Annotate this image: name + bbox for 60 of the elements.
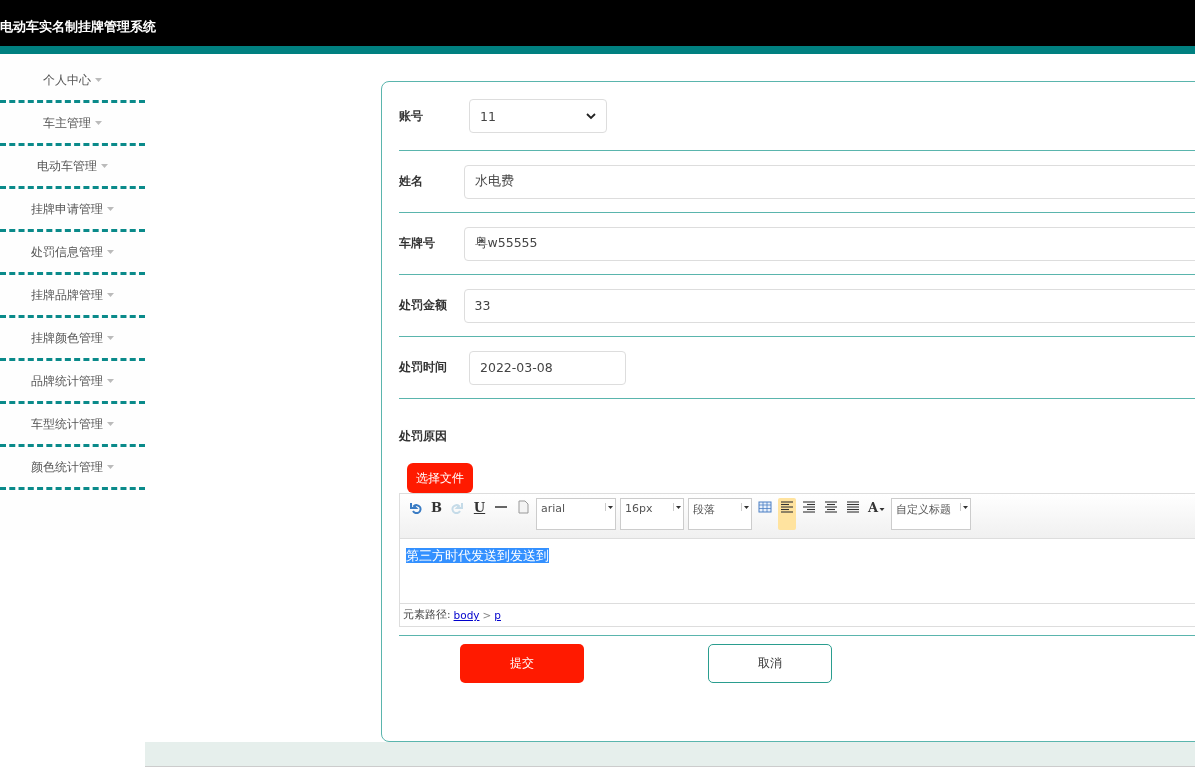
align-center-button[interactable] — [822, 498, 840, 516]
sidebar-item[interactable]: 颜色统计管理 — [31, 458, 114, 476]
align-right-button[interactable] — [800, 498, 818, 516]
sidebar-item[interactable]: 挂牌颜色管理 — [31, 329, 114, 347]
choose-file-button[interactable]: 选择文件 — [407, 463, 473, 493]
caret-icon — [107, 465, 114, 469]
field-label: 处罚金额 — [399, 297, 448, 314]
date-field[interactable]: 2022-03-08 — [469, 350, 626, 385]
caret-icon — [960, 503, 971, 511]
caret-icon — [879, 508, 886, 511]
submit-button[interactable]: 提交 — [460, 644, 584, 683]
justify-button[interactable] — [844, 498, 862, 516]
align-left-button[interactable] — [778, 498, 796, 530]
caret-icon — [95, 121, 102, 125]
caret-icon — [741, 503, 751, 511]
app-title: 电动车实名制挂牌管理系统 — [0, 18, 156, 36]
bold-button[interactable]: B — [428, 498, 445, 516]
caret-icon — [107, 379, 114, 383]
justify-icon — [846, 500, 860, 514]
field-label: 处罚原因 — [399, 429, 447, 443]
underline-button[interactable]: U — [471, 498, 488, 516]
caret-icon — [107, 293, 114, 297]
dropdown-select[interactable]: arial — [536, 498, 616, 530]
field-label: 姓名 — [399, 173, 424, 190]
cancel-button[interactable]: 取消 — [708, 644, 832, 683]
caret-icon — [107, 250, 114, 254]
path-link[interactable]: body — [453, 609, 480, 621]
field-label: 车牌号 — [399, 235, 436, 252]
caret-icon — [107, 207, 114, 211]
sidebar-item[interactable]: 车型统计管理 — [31, 415, 114, 433]
align-right-icon — [802, 500, 816, 514]
chevron-icon — [586, 112, 596, 120]
sidebar-item[interactable]: 个人中心 — [43, 71, 102, 89]
sidebar-item[interactable]: 挂牌品牌管理 — [31, 286, 114, 304]
path-link[interactable]: p — [494, 609, 501, 621]
sidebar-item[interactable]: 电动车管理 — [37, 157, 108, 175]
font-color-button[interactable]: A — [866, 498, 888, 516]
align-left-icon — [780, 500, 794, 514]
dropdown-select[interactable]: 自定义标题 — [891, 498, 972, 530]
field-label: 处罚时间 — [399, 359, 448, 376]
caret-icon — [107, 422, 114, 426]
align-center-icon — [824, 500, 838, 514]
caret-icon — [101, 164, 108, 168]
field-label: 账号 — [399, 107, 424, 125]
caret-icon — [107, 336, 114, 340]
sidebar-item[interactable]: 品牌统计管理 — [31, 372, 114, 390]
path-separator: > — [482, 609, 492, 621]
sidebar-item[interactable]: 车主管理 — [43, 114, 102, 132]
caret-icon — [673, 503, 683, 511]
path-label: 元素路径: — [403, 608, 451, 622]
caret-icon — [605, 503, 615, 511]
input-field[interactable]: 粤w55555 — [463, 226, 1195, 261]
dropdown-select[interactable]: 16px — [620, 498, 684, 530]
dropdown-select[interactable]: 段落 — [688, 498, 752, 530]
caret-icon — [95, 78, 102, 82]
input-field[interactable]: 水电费 — [463, 164, 1195, 199]
input-field[interactable]: 33 — [463, 288, 1195, 323]
sidebar-item[interactable]: 挂牌申请管理 — [31, 200, 114, 218]
sidebar-item[interactable]: 处罚信息管理 — [31, 243, 114, 261]
account-select[interactable]: 11 — [469, 99, 607, 133]
